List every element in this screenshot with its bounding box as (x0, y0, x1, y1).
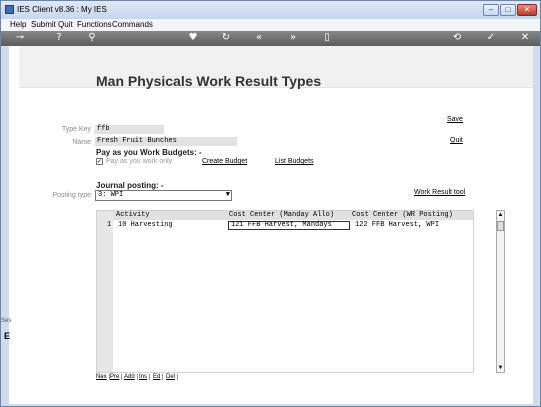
list-budgets-link[interactable]: List Budgets (275, 158, 314, 165)
next-button[interactable]: Nex (96, 374, 110, 380)
edit-button[interactable]: Ed (153, 374, 164, 380)
work-result-tool-link[interactable]: Work Result tool (414, 189, 465, 196)
save-link[interactable]: Save (447, 116, 463, 123)
pay-as-you-work-checkbox[interactable]: ✓ (96, 158, 103, 165)
previous-button[interactable]: Pre (110, 374, 123, 380)
back-icon[interactable]: ⟲ (451, 32, 463, 44)
minimize-button[interactable]: – (483, 4, 499, 16)
insert-button[interactable]: Ins (139, 374, 151, 380)
search-icon[interactable]: ⚲ (86, 32, 98, 44)
add-button[interactable]: Add (124, 374, 138, 380)
fast-forward-icon[interactable]: » (287, 32, 299, 44)
check-icon[interactable]: ✓ (485, 32, 497, 44)
name-field[interactable]: Fresh Fruit Bunches (95, 137, 237, 146)
toolbar: ⊸ ? ⚲ ♥ ↻ « » ▯ ⟲ ✓ ✕ (1, 31, 540, 46)
journal-posting-heading: Journal posting: - (96, 181, 164, 190)
help-icon[interactable]: ? (53, 32, 65, 44)
menu-functions[interactable]: Functions (77, 20, 112, 29)
table-row[interactable]: 1 10 Harvesting 121 FFB Harvest, Mandays… (97, 221, 473, 230)
scroll-thumb[interactable] (497, 221, 504, 231)
menu-quit[interactable]: Quit (58, 20, 73, 29)
grid-scrollbar[interactable]: ▲ ▼ (496, 210, 505, 373)
posting-type-value: 3: WPI (98, 191, 124, 199)
column-header-cc-wr: Cost Center (WR Posting) (352, 211, 453, 219)
close-icon[interactable]: ✕ (519, 32, 531, 44)
grid-header: Activity Cost Center (Manday Allo) Cost … (113, 211, 473, 220)
name-label: Name (72, 139, 91, 146)
menu-bar: Help Submit Quit Functions Commands (1, 19, 540, 31)
pay-budgets-heading: Pay as you Work Budgets: - (96, 148, 202, 157)
menu-commands[interactable]: Commands (112, 20, 153, 29)
side-indicator: E (4, 331, 11, 341)
key-icon[interactable]: ⊸ (9, 32, 31, 44)
cell-cc-wr[interactable]: 122 FFB Harvest, WPI (355, 221, 439, 230)
heart-icon[interactable]: ♥ (187, 32, 199, 44)
cell-cc-manday[interactable]: 121 FFB Harvest, Mandays (228, 221, 350, 230)
cell-activity[interactable]: 10 Harvesting (118, 221, 173, 230)
maximize-button[interactable]: □ (500, 4, 516, 16)
content-area: Man Physicals Work Result Types Save Qui… (9, 46, 533, 404)
menu-help[interactable]: Help (10, 20, 26, 29)
app-window: IES Client v8.36 : My IES – □ ✕ Help Sub… (0, 0, 541, 407)
bookmark-icon[interactable]: ▯ (321, 32, 333, 44)
chevron-down-icon[interactable]: ▼ (226, 191, 230, 200)
close-window-button[interactable]: ✕ (517, 4, 537, 16)
type-key-label: Type Key (61, 126, 91, 133)
refresh-icon[interactable]: ↻ (220, 32, 232, 44)
posting-type-label: Posting type (52, 192, 91, 199)
pay-as-you-work-label: Pay as you work only (106, 158, 173, 165)
posting-type-select[interactable]: 3: WPI ▼ (95, 190, 232, 201)
column-header-cc-manday: Cost Center (Manday Allo) (229, 211, 335, 219)
grid-row-header-column (97, 211, 113, 372)
window-title: IES Client v8.36 : My IES (17, 5, 107, 14)
menu-submit[interactable]: Submit (31, 20, 56, 29)
quit-link[interactable]: Quit (450, 137, 463, 144)
app-icon (5, 5, 14, 14)
rewind-icon[interactable]: « (253, 32, 265, 44)
create-budget-link[interactable]: Create Budget (202, 158, 247, 165)
scroll-down-icon[interactable]: ▼ (497, 364, 504, 372)
scroll-up-icon[interactable]: ▲ (497, 211, 504, 219)
row-number: 1 (107, 221, 112, 229)
delete-button[interactable]: Del (166, 374, 179, 380)
column-header-activity: Activity (116, 211, 150, 219)
page-title: Man Physicals Work Result Types (96, 73, 322, 89)
side-label: Ses (1, 318, 12, 324)
type-key-field[interactable]: ffb (95, 125, 164, 134)
title-bar: IES Client v8.36 : My IES – □ ✕ (1, 1, 540, 19)
activity-grid: Activity Cost Center (Manday Allo) Cost … (96, 210, 474, 373)
